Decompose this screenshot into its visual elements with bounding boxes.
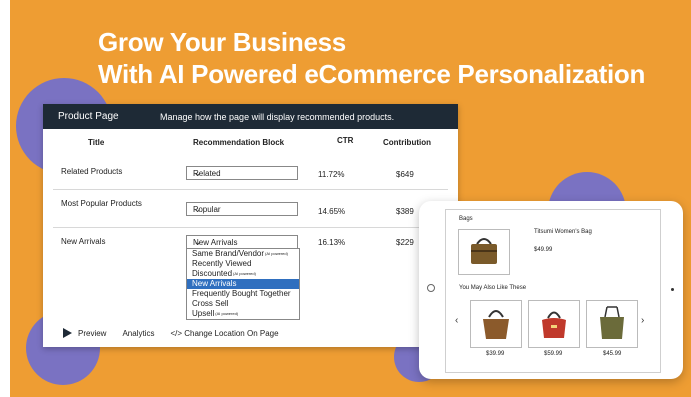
tablet-camera [671,288,674,291]
ai-powered-tag: (AI powered) [215,311,239,316]
row-contribution: $229 [396,238,414,247]
recommended-product-image[interactable] [528,300,580,348]
headline: Grow Your Business With AI Powered eComm… [98,26,645,90]
recommendation-dropdown-list: Same Brand/Vendor(AI powered) Recently V… [186,248,300,320]
recommended-product-image[interactable] [586,300,638,348]
tablet-mockup: Bags Titsumi Women's Bag $49.99 You May … [419,201,683,379]
dropdown-option[interactable]: Discounted(AI powered) [187,269,299,279]
chevron-down-icon: ⌄ [193,167,203,179]
bag-icon [542,311,566,338]
headline-line-1: Grow Your Business [98,27,346,57]
dropdown-option[interactable]: Frequently Bought Together [187,289,299,299]
product-price: $49.99 [534,247,553,253]
panel-header: Product Page Manage how the page will di… [43,104,458,129]
row-divider [53,227,448,228]
panel-subtitle: Manage how the page will display recomme… [160,111,395,122]
recommendation-block-select-open[interactable]: New Arrivals ⌄ [186,235,298,249]
table-row: Related Products Related ⌄ 11.72% $649 [53,166,448,182]
bag-icon [471,238,497,264]
panel-title: Product Page [58,111,119,122]
category-label: Bags [459,216,473,222]
product-name: Titsumi Women's Bag [534,229,592,235]
analytics-link[interactable]: Analytics [122,329,154,338]
also-like-heading: You May Also Like These [459,285,527,291]
row-ctr: 14.65% [318,207,346,216]
row-contribution: $649 [396,170,414,179]
table-row: Most Popular Products Popular ⌄ 14.65% $… [53,199,448,219]
column-header-ctr: CTR [337,136,354,145]
chevron-left-icon[interactable]: ‹ [455,315,458,326]
column-header-title: Title [88,138,105,147]
banner: Grow Your Business With AI Powered eComm… [10,0,691,397]
row-ctr: 16.13% [318,238,346,247]
row-title: Most Popular Products [61,199,142,208]
column-header-contribution: Contribution [383,138,431,147]
recommended-price: $39.99 [486,351,505,357]
bag-icon [600,306,624,339]
product-page-panel: Product Page Manage how the page will di… [43,104,458,347]
chevron-down-icon: ⌄ [193,203,203,215]
row-ctr: 11.72% [318,170,345,179]
column-header-block: Recommendation Block [193,138,285,147]
recommended-product-image[interactable] [470,300,522,348]
dropdown-option-selected[interactable]: New Arrivals [187,279,299,289]
recommendation-block-select[interactable]: Popular ⌄ [186,202,298,216]
row-title: New Arrivals [61,237,106,246]
tablet-home-button [427,284,435,292]
dropdown-option[interactable]: Cross Sell [187,299,299,309]
main-product-image[interactable] [458,229,510,275]
recommendation-block-select[interactable]: Related ⌄ [186,166,298,180]
panel-footer: Preview Analytics </> Change Location On… [63,328,279,338]
ai-powered-tag: (AI powered) [233,271,256,276]
play-icon [63,328,72,338]
bag-icon [483,310,509,339]
row-contribution: $389 [396,207,414,216]
dropdown-option[interactable]: Recently Viewed [187,259,299,269]
tablet-screen: Bags Titsumi Women's Bag $49.99 You May … [445,209,661,373]
headline-line-2: With AI Powered eCommerce Personalizatio… [98,59,646,89]
ai-powered-tag: (AI powered) [265,251,288,256]
chevron-down-icon: ⌄ [193,236,203,248]
change-location-link[interactable]: </> Change Location On Page [170,329,278,338]
recommended-price: $45.99 [603,351,622,357]
dropdown-option[interactable]: Upsell(AI powered) [187,309,299,319]
dropdown-option[interactable]: Same Brand/Vendor(AI powered) [187,249,299,259]
recommended-price: $59.99 [544,351,563,357]
row-divider [53,189,448,190]
preview-link[interactable]: Preview [78,329,106,338]
chevron-right-icon[interactable]: › [641,315,644,326]
row-title: Related Products [61,167,123,176]
